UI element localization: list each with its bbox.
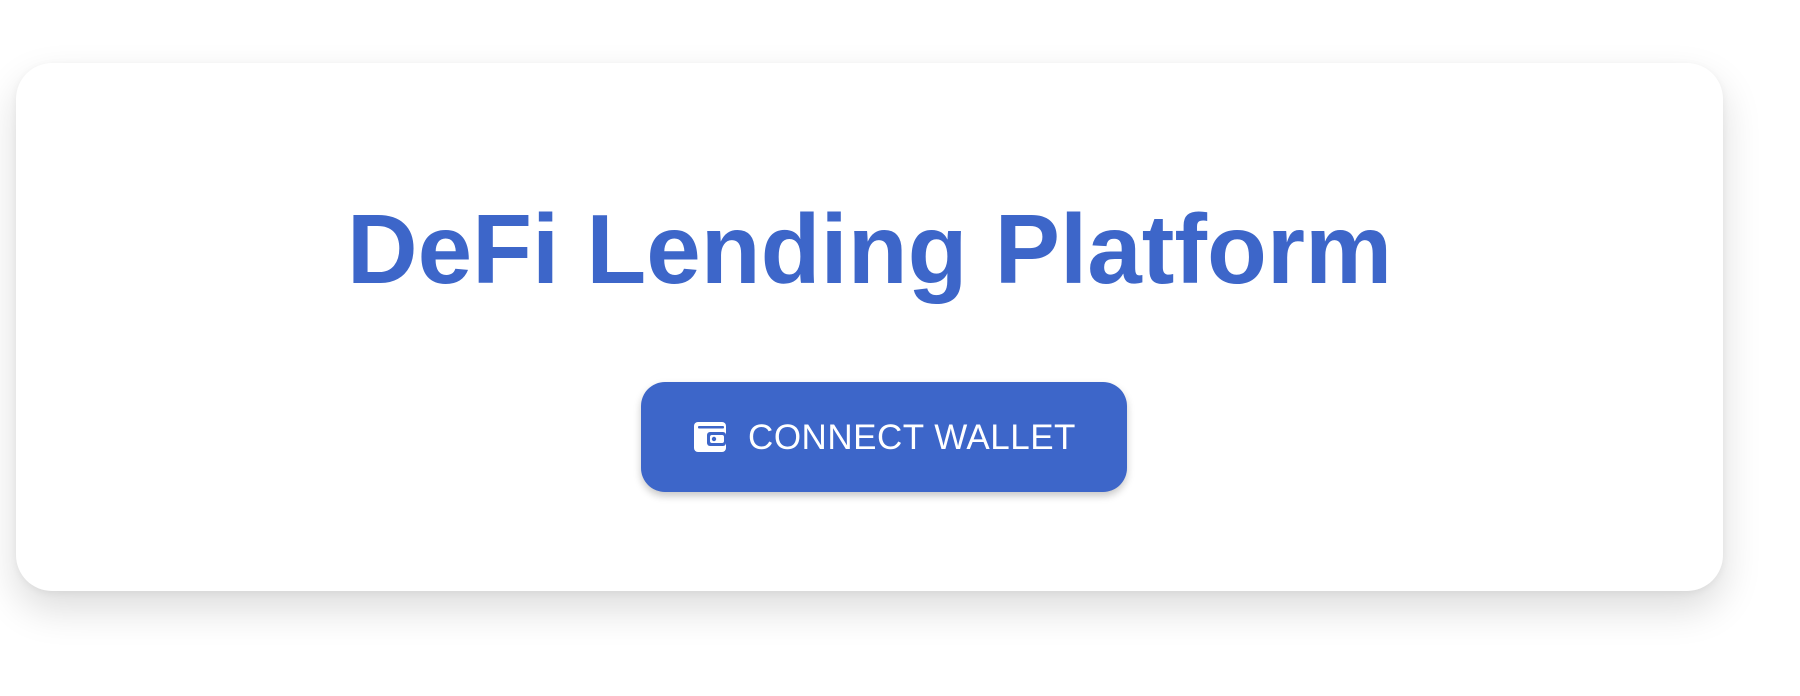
page-title: DeFi Lending Platform [346,194,1393,304]
connect-wallet-label: CONNECT WALLET [748,417,1076,457]
wallet-icon [692,419,728,455]
main-card: DeFi Lending Platform CONNECT WALLET [16,63,1723,591]
connect-wallet-button[interactable]: CONNECT WALLET [641,382,1127,492]
